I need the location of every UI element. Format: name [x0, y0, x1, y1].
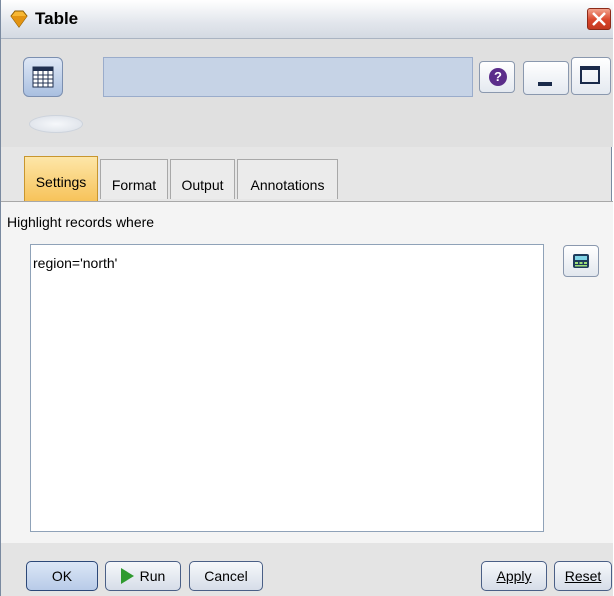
minimize-button[interactable] [523, 61, 569, 95]
close-icon [592, 12, 606, 26]
title-bar[interactable]: Table [1, 0, 613, 39]
minimize-icon [538, 82, 552, 86]
maximize-button[interactable] [571, 57, 611, 95]
settings-panel: Highlight records where region='north' [1, 202, 613, 543]
ok-button[interactable]: OK [26, 561, 98, 591]
window-title: Table [35, 9, 79, 28]
tab-format[interactable]: Format [100, 159, 168, 199]
run-label: Run [139, 568, 166, 584]
tab-strip: Settings Format Output Annotations [1, 155, 613, 202]
close-button[interactable] [587, 8, 611, 30]
calculator-icon [573, 254, 589, 268]
dialog-footer: OK Run Cancel Apply Reset [1, 543, 613, 596]
help-button[interactable]: ? [479, 61, 515, 93]
expression-builder-button[interactable] [563, 245, 599, 277]
table-node-diamond-icon [10, 10, 28, 28]
node-name-field[interactable] [103, 57, 473, 97]
run-button[interactable]: Run [105, 561, 181, 591]
table-node-icon[interactable] [23, 57, 63, 97]
reset-button[interactable]: Reset [554, 561, 612, 591]
highlight-label: Highlight records where [7, 214, 155, 230]
run-play-icon [120, 568, 134, 585]
tab-output[interactable]: Output [170, 159, 235, 199]
help-icon: ? [489, 68, 507, 86]
node-toolbar: ? [1, 39, 613, 147]
maximize-icon [580, 66, 600, 84]
ok-label: OK [51, 568, 73, 584]
highlight-expression-textarea[interactable]: region='north' [30, 244, 544, 532]
apply-button[interactable]: Apply [481, 561, 547, 591]
tab-settings[interactable]: Settings [24, 156, 98, 201]
table-grid-icon [32, 66, 54, 88]
cancel-label: Cancel [204, 568, 248, 584]
apply-label: Apply [496, 568, 532, 584]
node-icon-reflection [29, 115, 83, 133]
tab-annotations[interactable]: Annotations [237, 159, 338, 199]
cancel-button[interactable]: Cancel [189, 561, 263, 591]
reset-label: Reset [564, 568, 602, 584]
table-node-dialog: Table ? Settings Format Output Annotatio… [0, 0, 613, 596]
